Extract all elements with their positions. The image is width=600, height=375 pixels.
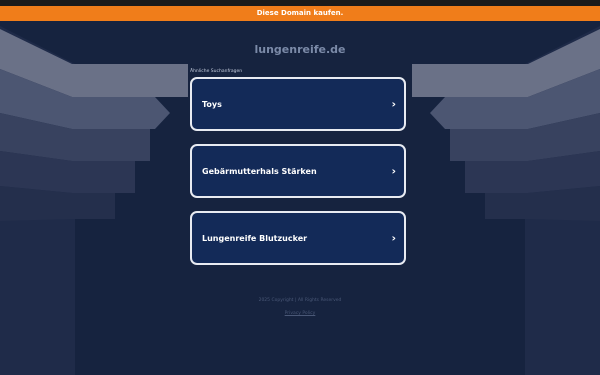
- related-link-gebaermutterhals-staerken[interactable]: Gebärmutterhals Stärken ›: [190, 144, 406, 198]
- chevron-right-icon: ›: [391, 164, 396, 178]
- related-link-lungenreife-blutzucker[interactable]: Lungenreife Blutzucker ›: [190, 211, 406, 265]
- copyright-text: 2025 Copyright | All Rights Reserved: [258, 298, 342, 303]
- privacy-policy-link[interactable]: Privacy Policy: [0, 311, 600, 316]
- chevron-right-icon: ›: [391, 231, 396, 245]
- chevron-right-icon: ›: [391, 97, 396, 111]
- domain-title: lungenreife.de: [254, 43, 346, 56]
- related-searches-heading: Ähnliche Suchanfragen: [190, 69, 243, 74]
- related-link-label: Lungenreife Blutzucker: [202, 233, 308, 243]
- related-link-label: Gebärmutterhals Stärken: [202, 166, 317, 176]
- background-decoration: [0, 26, 600, 375]
- buy-domain-banner[interactable]: Diese Domain kaufen.: [0, 6, 600, 21]
- related-link-toys[interactable]: Toys ›: [190, 77, 406, 131]
- related-link-label: Toys: [202, 99, 222, 109]
